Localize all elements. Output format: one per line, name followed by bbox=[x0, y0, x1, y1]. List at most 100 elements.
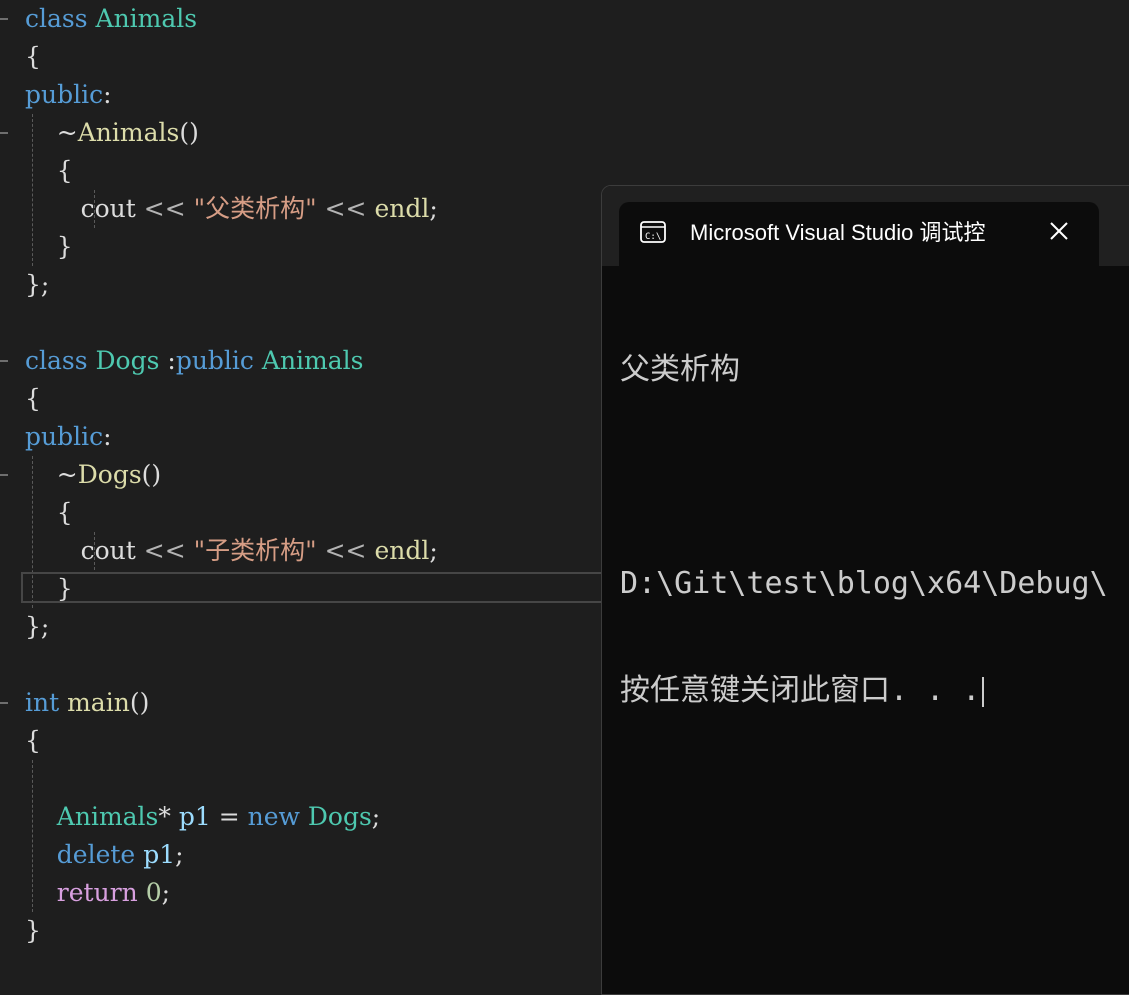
terminal-icon: C:\ bbox=[640, 221, 666, 243]
code-line[interactable]: { bbox=[25, 38, 41, 76]
code-token: }; bbox=[25, 270, 50, 299]
code-token: Dogs bbox=[95, 346, 160, 375]
code-line[interactable]: int main() bbox=[25, 684, 149, 722]
code-token: endl bbox=[374, 536, 430, 565]
code-token: << bbox=[316, 536, 375, 565]
code-line[interactable]: }; bbox=[25, 266, 49, 304]
fold-marker[interactable] bbox=[0, 132, 8, 134]
code-token: new bbox=[247, 802, 308, 831]
console-titlebar[interactable]: C:\ Microsoft Visual Studio 调试控 bbox=[602, 186, 1129, 266]
code-token: endl bbox=[374, 194, 430, 223]
code-line[interactable]: ~Animals() bbox=[25, 114, 199, 152]
code-token: { bbox=[25, 384, 41, 413]
console-output-line: 父类析构 bbox=[620, 352, 740, 387]
console-output-line: D:\Git\test\blog\x64\Debug\ bbox=[620, 566, 1108, 601]
code-line[interactable]: { bbox=[25, 380, 41, 418]
code-token: int bbox=[25, 688, 68, 717]
code-token: public bbox=[175, 346, 262, 375]
code-line[interactable]: cout << "父类析构" << endl; bbox=[25, 190, 438, 228]
code-token: << bbox=[316, 194, 375, 223]
code-token: = bbox=[210, 802, 248, 831]
code-token: { bbox=[25, 42, 41, 71]
text-cursor bbox=[982, 676, 985, 707]
code-token: { bbox=[25, 498, 73, 527]
code-line[interactable]: }; bbox=[25, 608, 49, 646]
code-token: cout bbox=[25, 536, 144, 565]
code-token: } bbox=[25, 916, 41, 945]
svg-text:C:\: C:\ bbox=[645, 232, 661, 242]
code-token: delete bbox=[56, 840, 144, 869]
code-line[interactable]: } bbox=[25, 570, 73, 608]
code-token: cout bbox=[25, 194, 144, 223]
close-icon[interactable] bbox=[1044, 216, 1074, 246]
code-token: : bbox=[103, 80, 112, 109]
code-token: { bbox=[25, 156, 73, 185]
code-token: } bbox=[25, 574, 73, 603]
code-token: Dogs bbox=[307, 802, 372, 831]
code-token: 0 bbox=[145, 878, 162, 907]
code-token: class bbox=[25, 346, 96, 375]
code-line[interactable]: public: bbox=[25, 418, 112, 456]
console-prompt-text: 按任意键关闭此窗口. . . bbox=[620, 673, 981, 708]
code-line[interactable]: return 0; bbox=[25, 874, 170, 912]
code-token: ; bbox=[371, 802, 381, 831]
code-token: Animals bbox=[95, 4, 198, 33]
console-tab[interactable]: C:\ Microsoft Visual Studio 调试控 bbox=[619, 202, 1099, 266]
code-token: main bbox=[67, 688, 130, 717]
code-token: () bbox=[129, 688, 150, 717]
code-line[interactable]: { bbox=[25, 722, 41, 760]
code-token: "父类析构" bbox=[185, 194, 317, 223]
code-token: * bbox=[158, 802, 179, 831]
code-token: () bbox=[141, 460, 162, 489]
code-line[interactable]: class Dogs :public Animals bbox=[25, 342, 363, 380]
code-token: ; bbox=[175, 840, 184, 869]
debug-console-window[interactable]: C:\ Microsoft Visual Studio 调试控 父类析构 D:\… bbox=[601, 185, 1129, 995]
code-token: ; bbox=[161, 878, 171, 907]
code-token: p1 bbox=[178, 802, 211, 831]
console-prompt-line: 按任意键关闭此窗口. . . bbox=[620, 672, 1129, 709]
fold-marker[interactable] bbox=[0, 360, 8, 362]
current-line-highlight bbox=[21, 572, 621, 603]
code-line[interactable]: { bbox=[25, 494, 73, 532]
code-token: << bbox=[143, 194, 186, 223]
code-token: return bbox=[56, 878, 146, 907]
code-line[interactable]: public: bbox=[25, 76, 112, 114]
code-line[interactable]: Animals* p1 = new Dogs; bbox=[25, 798, 380, 836]
code-token: public bbox=[25, 80, 104, 109]
code-token: Animals bbox=[77, 118, 180, 147]
fold-marker[interactable] bbox=[0, 702, 8, 704]
code-line[interactable]: } bbox=[25, 228, 73, 266]
code-token: () bbox=[179, 118, 199, 147]
code-line[interactable]: ~Dogs() bbox=[25, 456, 161, 494]
code-token: class bbox=[25, 4, 96, 33]
code-token: public bbox=[25, 422, 104, 451]
code-line[interactable]: cout << "子类析构" << endl; bbox=[25, 532, 438, 570]
code-line[interactable]: } bbox=[25, 912, 41, 950]
code-token: Animals bbox=[261, 346, 364, 375]
code-token: << bbox=[143, 536, 186, 565]
code-token: "子类析构" bbox=[185, 536, 317, 565]
code-token: Dogs bbox=[77, 460, 142, 489]
console-tab-title: Microsoft Visual Studio 调试控 bbox=[690, 220, 986, 245]
code-token: Animals bbox=[56, 802, 159, 831]
code-token: ; bbox=[429, 194, 438, 223]
fold-marker[interactable] bbox=[0, 18, 8, 20]
code-token: p1 bbox=[143, 840, 176, 869]
code-token: : bbox=[159, 346, 176, 375]
code-line[interactable]: { bbox=[25, 152, 73, 190]
code-token: ~ bbox=[25, 460, 78, 489]
code-token: { bbox=[25, 726, 41, 755]
code-line[interactable]: class Animals bbox=[25, 0, 197, 38]
code-token: ; bbox=[429, 536, 438, 565]
code-token: : bbox=[103, 422, 112, 451]
fold-marker[interactable] bbox=[0, 474, 8, 476]
console-output[interactable]: 父类析构 D:\Git\test\blog\x64\Debug\ 按任意键关闭此… bbox=[620, 281, 1129, 779]
code-token: ~ bbox=[25, 118, 78, 147]
code-token: } bbox=[25, 232, 73, 261]
code-token: }; bbox=[25, 612, 50, 641]
code-line[interactable]: delete p1; bbox=[25, 836, 184, 874]
